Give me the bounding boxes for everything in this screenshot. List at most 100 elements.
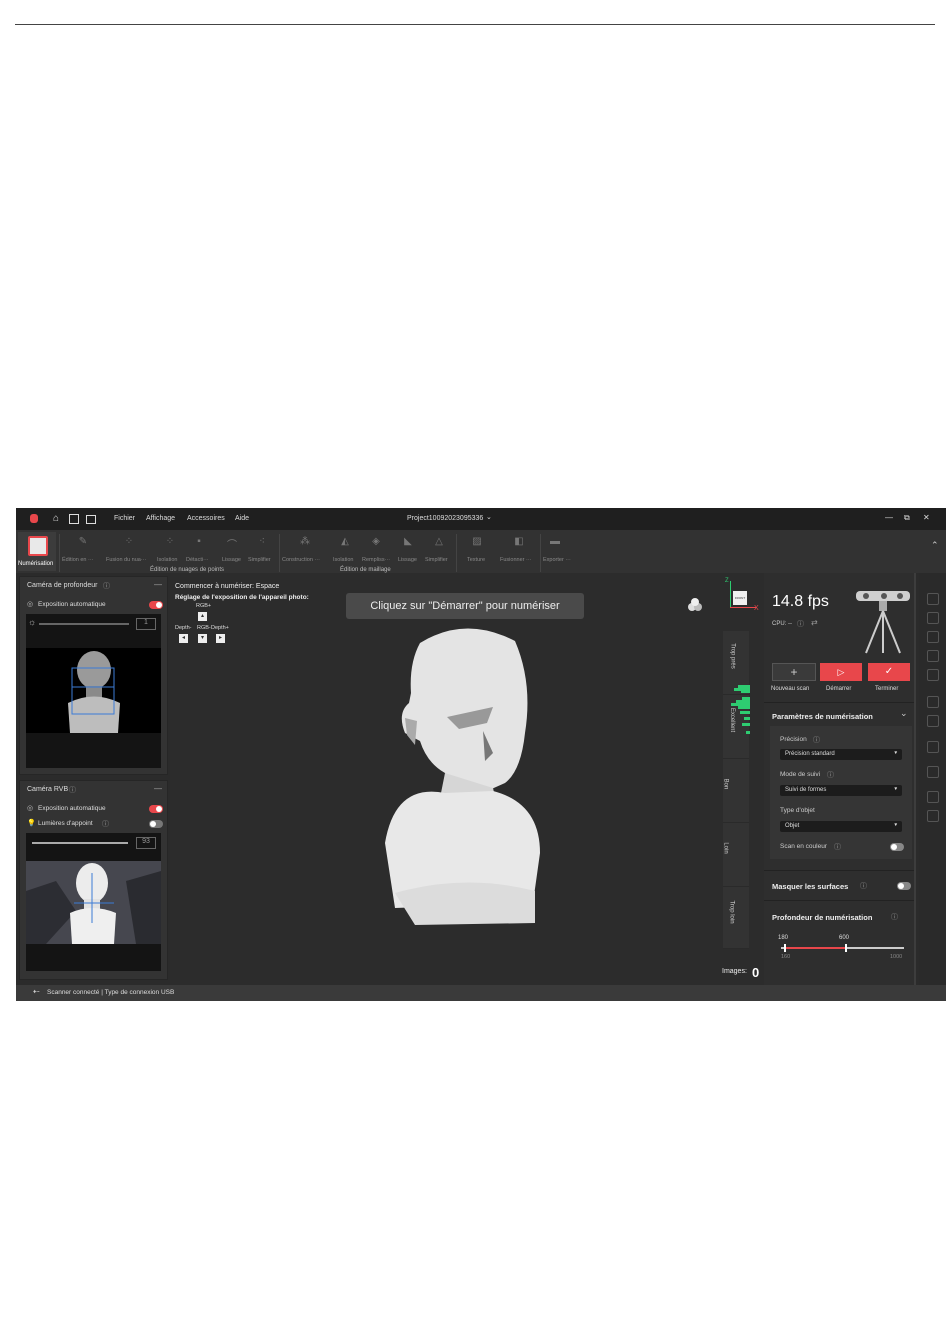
collapse-ribbon-icon[interactable]: ⌃ [931,540,939,551]
chevron-down-icon[interactable]: ⌄ [486,513,492,521]
title-bar: ⌂ Fichier Affichage Accessoires Aide Pro… [16,508,946,530]
depth-high-handle[interactable] [845,944,847,952]
precision-select[interactable]: Précision standard ▾ [780,749,902,760]
scan-viewport[interactable]: Commencer à numériser: Espace Réglage de… [170,573,764,985]
tracking-select[interactable]: Suivi de formes ▾ [780,785,902,796]
exposure-hint: Réglage de l'exposition de l'appareil ph… [175,594,309,601]
ribbon-construction[interactable]: Construction ··· [282,557,320,563]
orientation-cube[interactable]: FRONT [733,591,747,605]
ribbon-export[interactable]: Exporter ··· [543,557,571,563]
key-up[interactable]: ▴ [198,612,207,621]
brightness-icon: ☼ [28,617,37,627]
help-icon[interactable]: ⓘ [834,842,841,852]
start-button[interactable]: ▷ [820,663,862,681]
smooth-icon: ⌒ [227,540,237,551]
help-icon[interactable]: ⓘ [813,735,820,745]
menu-aide[interactable]: Aide [235,515,249,522]
tracking-value: Suivi de formes [785,787,827,793]
quality-too-close-label: Trop près [729,643,736,669]
chevron-down-icon[interactable]: ⌄ [900,708,908,719]
view-icon[interactable] [927,612,939,624]
redo-icon[interactable] [927,810,939,822]
help-icon[interactable]: ⓘ [827,770,834,780]
mask-surfaces-toggle[interactable] [897,882,911,890]
help-icon[interactable]: ⓘ [797,619,804,629]
open-folder-icon[interactable] [86,515,96,524]
switch-icon[interactable]: ⇄ [811,618,818,627]
ribbon-edit[interactable]: Édition en ··· [62,557,94,563]
menu-affichage[interactable]: Affichage [146,515,175,522]
key-right[interactable]: ▸ [216,634,225,643]
divider [764,702,916,703]
help-icon[interactable]: ⓘ [891,912,898,922]
panel-scrollbar[interactable] [914,573,916,985]
view-icon[interactable] [927,715,939,727]
menu-fichier[interactable]: Fichier [114,515,135,522]
restore-button[interactable]: ⧉ [904,513,910,523]
help-icon[interactable]: ⓘ [69,785,76,795]
images-label: Images: [722,968,747,975]
collapse-icon[interactable]: — [154,580,162,589]
ribbon-smooth[interactable]: Lissage [222,557,241,563]
view-icon[interactable] [927,650,939,662]
view-icon[interactable] [927,631,939,643]
view-icon[interactable] [927,741,939,753]
rgb-slider-value[interactable]: 93 [136,837,156,849]
ribbon-mesh-simplify[interactable]: Simplifier [425,557,448,563]
ribbon-mesh-isolation[interactable]: Isolation [333,557,354,563]
object-type-select[interactable]: Objet ▾ [780,821,902,832]
rgb-exposure-slider[interactable] [32,842,128,844]
rgb-auto-exposure-toggle[interactable] [149,805,163,813]
home-icon[interactable]: ⌂ [53,513,59,524]
depth-slider-value[interactable]: 1 [136,618,156,630]
cube-face-label: FRONT [734,596,746,600]
ribbon-mesh-smooth[interactable]: Lissage [398,557,417,563]
depth-auto-exposure-toggle[interactable] [149,601,163,609]
ribbon-separator [456,534,457,572]
scan-mode-button[interactable]: Numérisation [18,532,56,571]
finish-button[interactable]: ✓ [868,663,910,681]
key-depth-minus-label: Depth- [175,625,192,631]
bust-point-cloud [385,628,540,925]
depth-histogram [726,683,750,743]
ribbon-simplify[interactable]: Simplifier [248,557,271,563]
rgb-auto-exposure-label: Exposition automatique [38,805,106,812]
view-icon[interactable] [927,593,939,605]
new-scan-button[interactable]: + [772,663,816,681]
mask-surfaces-label: Masquer les surfaces [772,882,849,891]
axis-gizmo[interactable]: Z X FRONT [724,578,759,615]
fill-icon: ◈ [372,536,380,547]
finish-label: Terminer [875,686,899,692]
scan-params-title[interactable]: Paramètres de numérisation [772,712,873,721]
x-axis-label: X [754,605,759,612]
ribbon-detach[interactable]: Détacti··· [186,557,209,563]
ribbon-merge[interactable]: Fusionner ··· [500,557,531,563]
view-icon[interactable] [927,669,939,681]
view-icon[interactable] [927,696,939,708]
ribbon-fill[interactable]: Rempliss··· [362,557,390,563]
help-icon[interactable]: ⓘ [102,819,109,829]
depth-exposure-slider[interactable] [39,623,129,625]
help-icon[interactable]: ⓘ [103,581,110,591]
depth-range-slider[interactable] [781,944,904,952]
ribbon-texture[interactable]: Texture [467,557,485,563]
color-scan-toggle[interactable] [890,843,904,851]
key-left[interactable]: ◂ [179,634,188,643]
minimize-button[interactable]: — [885,513,893,522]
new-project-icon[interactable] [69,514,79,524]
color-scan-label: Scan en couleur [780,843,827,850]
ribbon-isolation[interactable]: Isolation [157,557,178,563]
rgb-lights-toggle[interactable] [149,820,163,828]
project-title[interactable]: Project10092023095336 [407,515,483,522]
ribbon-separator [59,534,60,572]
close-button[interactable]: ✕ [923,513,930,522]
undo-icon[interactable] [927,791,939,803]
key-down[interactable]: ▾ [198,634,207,643]
depth-low-handle[interactable] [784,944,786,952]
menu-accessoires[interactable]: Accessoires [187,515,225,522]
ribbon-fusion[interactable]: Fusion du nua··· [106,557,146,563]
view-mode-icon[interactable] [687,598,703,612]
delete-icon[interactable] [927,766,939,778]
collapse-icon[interactable]: — [154,784,162,793]
help-icon[interactable]: ⓘ [860,881,867,891]
